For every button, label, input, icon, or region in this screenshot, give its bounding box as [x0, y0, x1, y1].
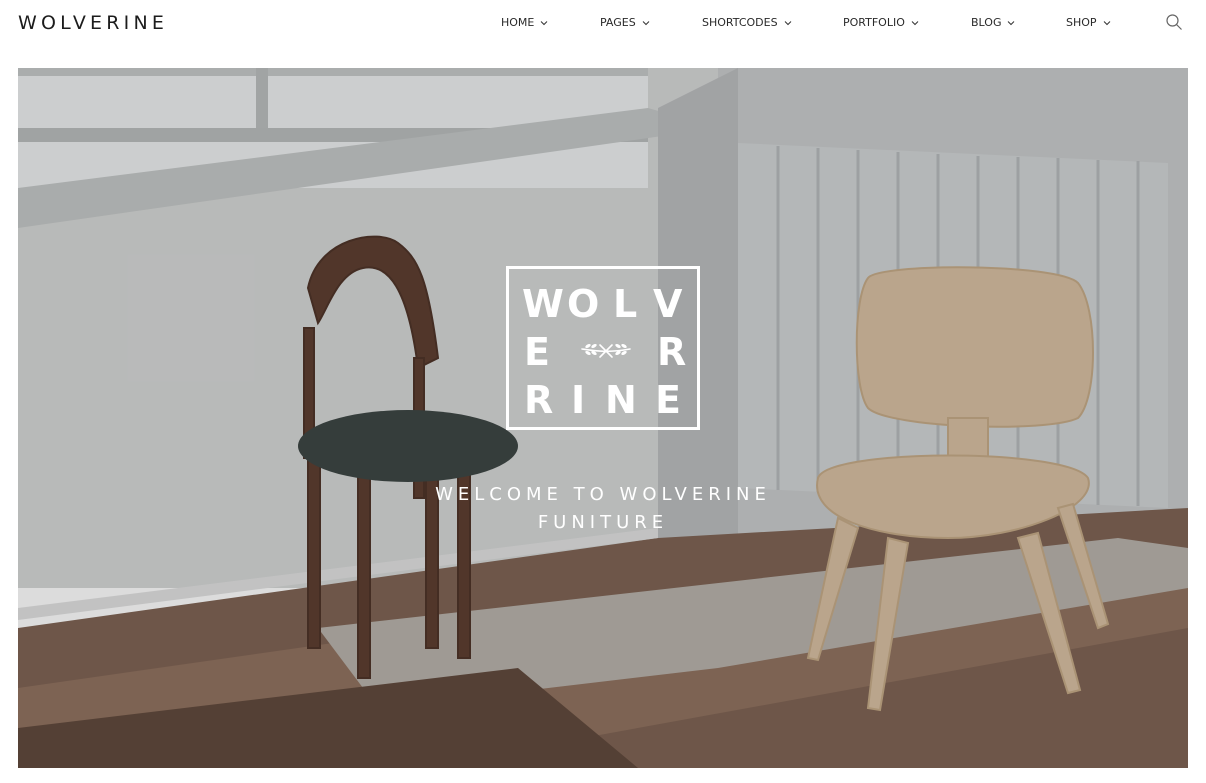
badge-letter: L	[613, 282, 638, 326]
hero-banner: W O L V E R R I N E WELCOME TO WOLVERINE…	[18, 68, 1188, 768]
hero-heading-line1: WELCOME TO WOLVERINE	[435, 484, 771, 505]
badge-letter: N	[605, 378, 637, 422]
nav-item-label: HOME	[501, 16, 535, 29]
nav-item-home[interactable]: HOME	[501, 16, 548, 29]
nav-item-label: PAGES	[600, 16, 636, 29]
chevron-down-icon	[1103, 20, 1110, 25]
nav-item-pages[interactable]: PAGES	[600, 16, 650, 29]
brand-badge: W O L V E R R I N E	[506, 266, 700, 430]
hero-heading: WELCOME TO WOLVERINE FUNITURE	[18, 481, 1188, 537]
chevron-down-icon	[541, 20, 548, 25]
chevron-down-icon	[911, 20, 919, 25]
chevron-down-icon	[784, 20, 791, 25]
nav-item-label: PORTFOLIO	[843, 16, 905, 29]
nav-item-blog[interactable]: BLOG	[971, 16, 1015, 29]
badge-letter: O	[567, 282, 600, 326]
badge-letter: R	[657, 330, 687, 374]
search-icon[interactable]	[1165, 13, 1183, 31]
badge-letter: W	[522, 282, 564, 326]
nav-item-shortcodes[interactable]: SHORTCODES	[702, 16, 792, 29]
chevron-down-icon	[642, 20, 650, 25]
hero-heading-line2: FUNITURE	[537, 512, 669, 533]
badge-letter: I	[571, 378, 586, 422]
laurel-sprig-icon	[581, 343, 631, 358]
nav-item-portfolio[interactable]: PORTFOLIO	[843, 16, 919, 29]
badge-letter: E	[524, 330, 550, 374]
nav-item-label: SHORTCODES	[702, 16, 778, 29]
badge-letter: E	[655, 378, 681, 422]
chevron-down-icon	[1008, 20, 1015, 25]
nav-item-label: SHOP	[1066, 16, 1097, 29]
site-logo[interactable]: WOLVERINE	[18, 12, 168, 34]
badge-letter: V	[653, 282, 683, 326]
site-header: WOLVERINE HOME PAGES SHORTCODES PORTFOLI…	[0, 0, 1206, 68]
badge-letter: R	[524, 378, 554, 422]
nav-item-label: BLOG	[971, 16, 1002, 29]
nav-item-shop[interactable]: SHOP	[1066, 16, 1111, 29]
